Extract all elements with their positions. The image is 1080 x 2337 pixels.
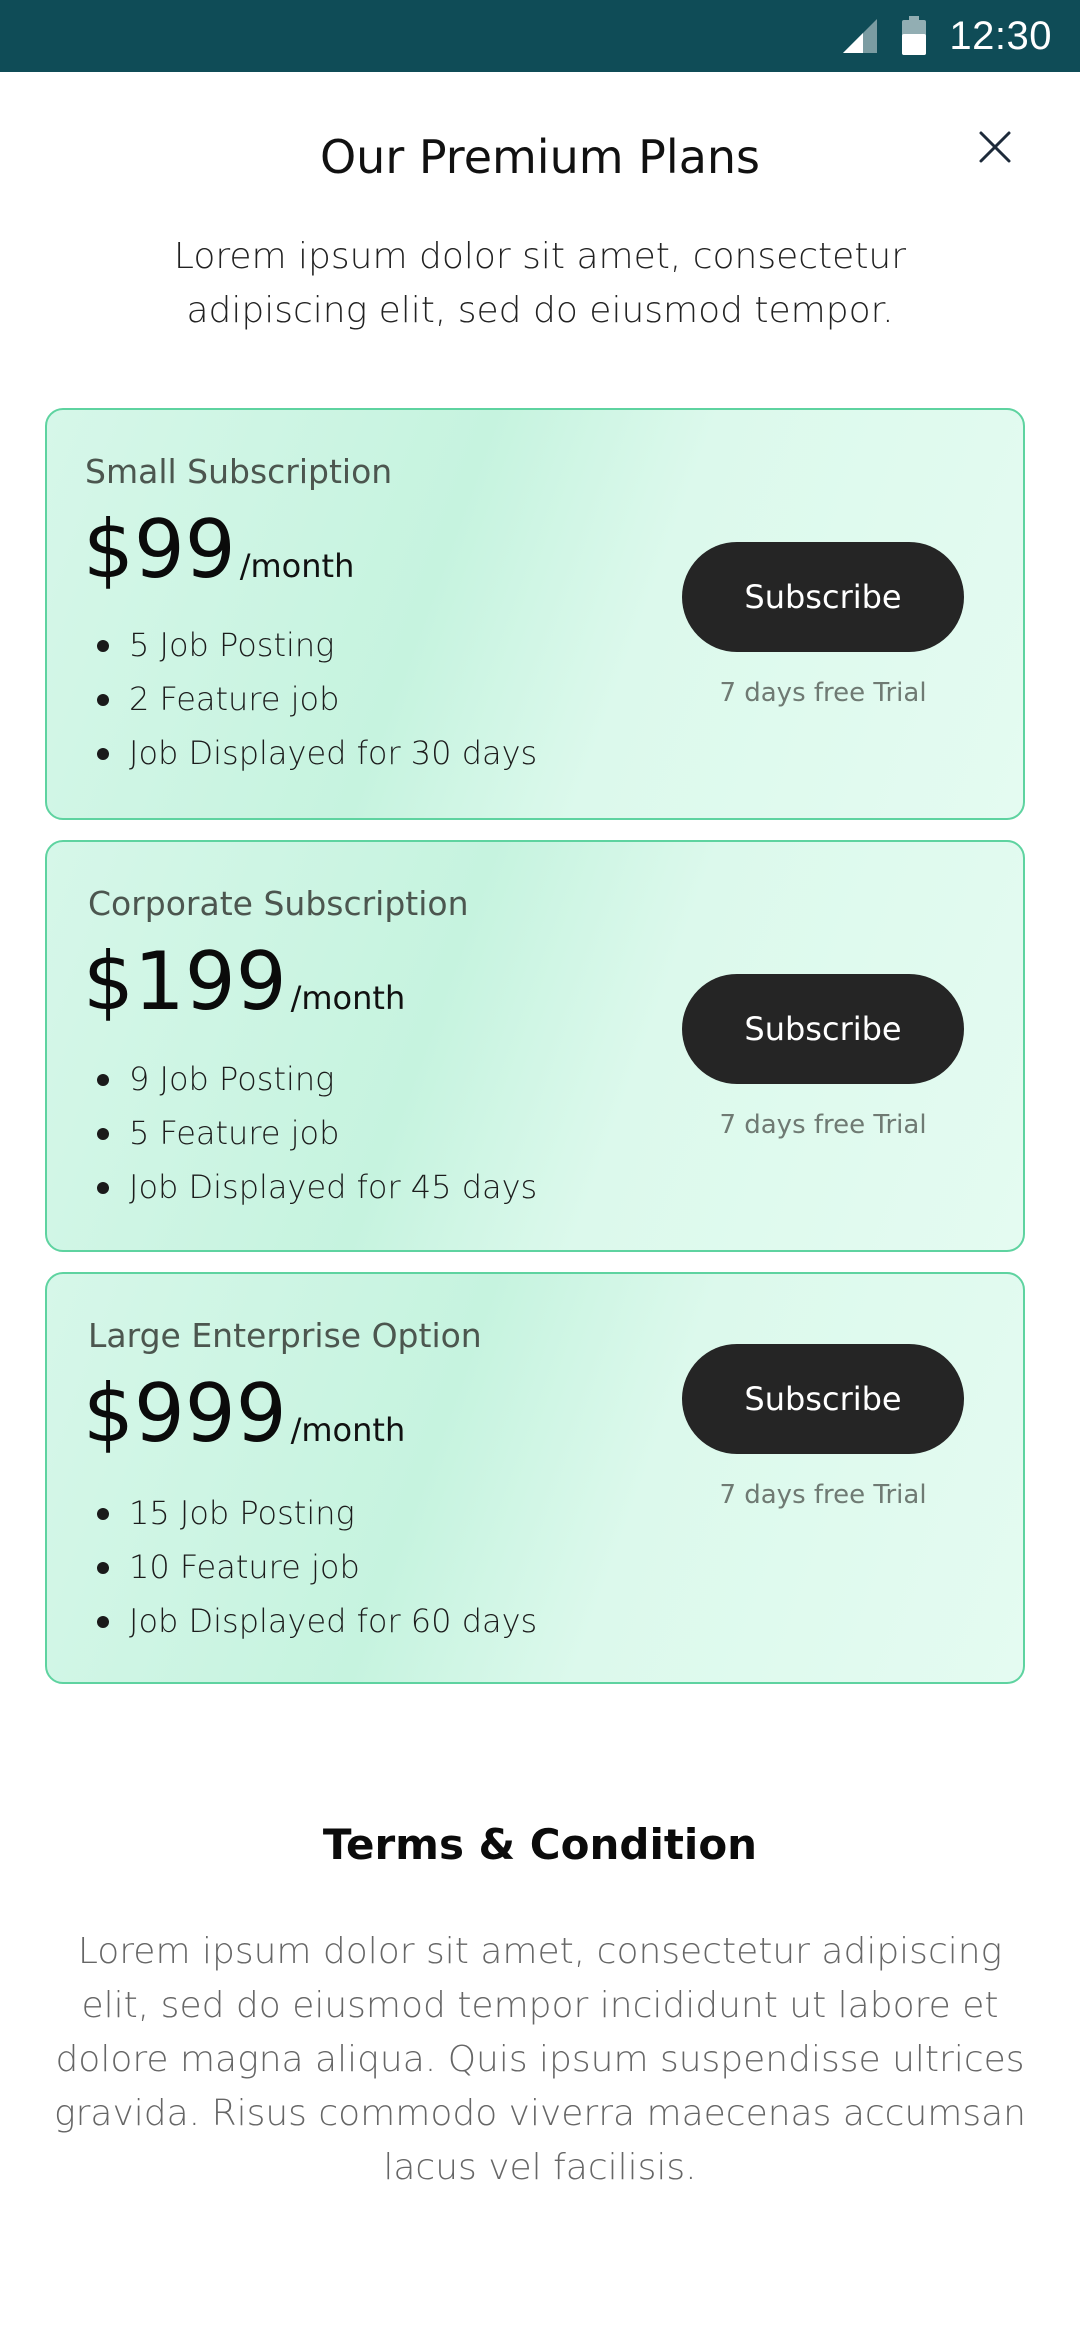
terms-body: Lorem ipsum dolor sit amet, consectetur …	[54, 1931, 1026, 2188]
feature-text: Job Displayed for 60 days	[129, 1602, 538, 1640]
subscribe-button-corporate[interactable]: Subscribe	[682, 974, 964, 1084]
bullet-icon	[97, 640, 109, 652]
price-period: /month	[290, 979, 406, 1017]
page-subtitle: Lorem ipsum dolor sit amet, consectetur …	[173, 236, 907, 331]
feature-item: 2 Feature job	[93, 672, 537, 726]
close-button[interactable]	[970, 124, 1020, 174]
bullet-icon	[97, 1616, 109, 1628]
feature-text: 5 Job Posting	[129, 626, 335, 664]
feature-list: 5 Job Posting 2 Feature job Job Displaye…	[93, 618, 537, 780]
plan-card-corporate: Corporate Subscription $199 /month 9 Job…	[45, 840, 1025, 1252]
feature-list: 9 Job Posting 5 Feature job Job Displaye…	[93, 1052, 537, 1214]
feature-text: 9 Job Posting	[129, 1060, 335, 1098]
close-icon	[978, 130, 1012, 169]
price-amount: $999	[83, 1367, 287, 1460]
feature-item: 5 Feature job	[93, 1106, 537, 1160]
feature-item: Job Displayed for 45 days	[93, 1160, 537, 1214]
bullet-icon	[97, 1128, 109, 1140]
plan-card-small: Small Subscription $99 /month 5 Job Post…	[45, 408, 1025, 820]
status-clock: 12:30	[949, 13, 1052, 58]
feature-list: 15 Job Posting 10 Feature job Job Displa…	[93, 1486, 537, 1648]
feature-item: 5 Job Posting	[93, 618, 537, 672]
feature-text: 2 Feature job	[129, 680, 340, 718]
feature-item: Job Displayed for 60 days	[93, 1594, 537, 1648]
feature-text: Job Displayed for 30 days	[129, 734, 538, 772]
trial-note: 7 days free Trial	[719, 1480, 927, 1510]
subscribe-button-enterprise[interactable]: Subscribe	[682, 1344, 964, 1454]
bullet-icon	[97, 1508, 109, 1520]
plan-name: Corporate Subscription	[88, 884, 469, 923]
feature-item: Job Displayed for 30 days	[93, 726, 537, 780]
page-title: Our Premium Plans	[319, 130, 761, 184]
bullet-icon	[97, 694, 109, 706]
feature-item: 10 Feature job	[93, 1540, 537, 1594]
plan-price: $999 /month	[83, 1368, 405, 1460]
price-amount: $99	[83, 503, 236, 596]
battery-icon	[901, 16, 927, 56]
plan-name: Large Enterprise Option	[88, 1316, 482, 1355]
trial-note: 7 days free Trial	[719, 678, 927, 708]
subscribe-button-small[interactable]: Subscribe	[682, 542, 964, 652]
status-bar: 12:30	[0, 0, 1080, 72]
trial-note: 7 days free Trial	[719, 1110, 927, 1140]
bullet-icon	[97, 1182, 109, 1194]
plan-card-enterprise: Large Enterprise Option $999 /month 15 J…	[45, 1272, 1025, 1684]
bullet-icon	[97, 1074, 109, 1086]
feature-text: Job Displayed for 45 days	[129, 1168, 538, 1206]
bullet-icon	[97, 1562, 109, 1574]
feature-text: 10 Feature job	[129, 1548, 360, 1586]
bullet-icon	[97, 748, 109, 760]
feature-text: 5 Feature job	[129, 1114, 340, 1152]
signal-icon	[841, 17, 879, 55]
terms-title: Terms & Condition	[322, 1820, 758, 1869]
price-amount: $199	[83, 935, 287, 1028]
feature-text: 15 Job Posting	[129, 1494, 355, 1532]
price-period: /month	[290, 1411, 406, 1449]
feature-item: 9 Job Posting	[93, 1052, 537, 1106]
feature-item: 15 Job Posting	[93, 1486, 537, 1540]
plan-price: $199 /month	[83, 936, 405, 1028]
price-period: /month	[239, 547, 355, 585]
plan-price: $99 /month	[83, 504, 354, 596]
plan-name: Small Subscription	[85, 452, 393, 491]
